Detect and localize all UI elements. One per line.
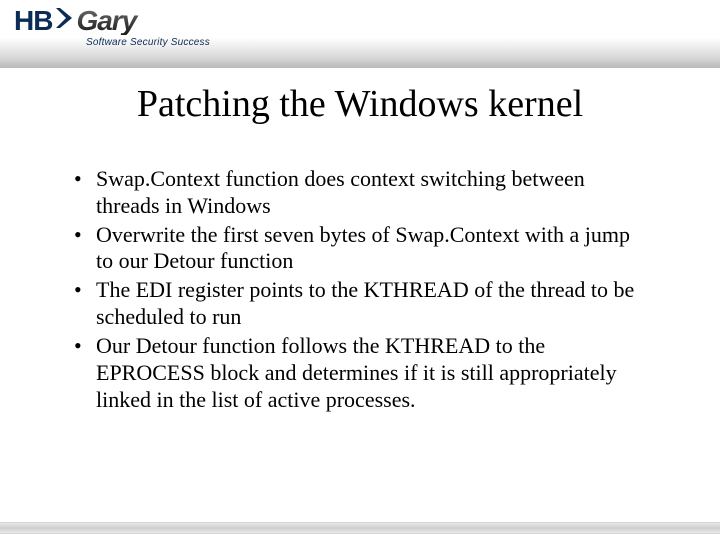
list-item: Swap.Context function does context switc… bbox=[70, 166, 650, 220]
logo-main: HB Gary bbox=[14, 6, 142, 35]
slide-header: HB Gary Software Security Success bbox=[0, 0, 720, 68]
list-item: The EDI register points to the KTHREAD o… bbox=[70, 277, 650, 331]
logo-gary-text: Gary bbox=[76, 7, 142, 35]
logo-hb-text: HB bbox=[14, 7, 52, 35]
slide-content: Swap.Context function does context switc… bbox=[0, 126, 720, 413]
list-item: Our Detour function follows the KTHREAD … bbox=[70, 333, 650, 413]
slide-title: Patching the Windows kernel bbox=[0, 82, 720, 126]
list-item: Overwrite the first seven bytes of Swap.… bbox=[70, 222, 650, 276]
footer-decorative-bar bbox=[0, 522, 720, 534]
logo-tagline: Software Security Success bbox=[86, 37, 210, 48]
chevron-right-icon bbox=[56, 6, 74, 35]
bullet-list: Swap.Context function does context switc… bbox=[70, 166, 650, 413]
logo: HB Gary Software Security Success bbox=[14, 6, 210, 48]
